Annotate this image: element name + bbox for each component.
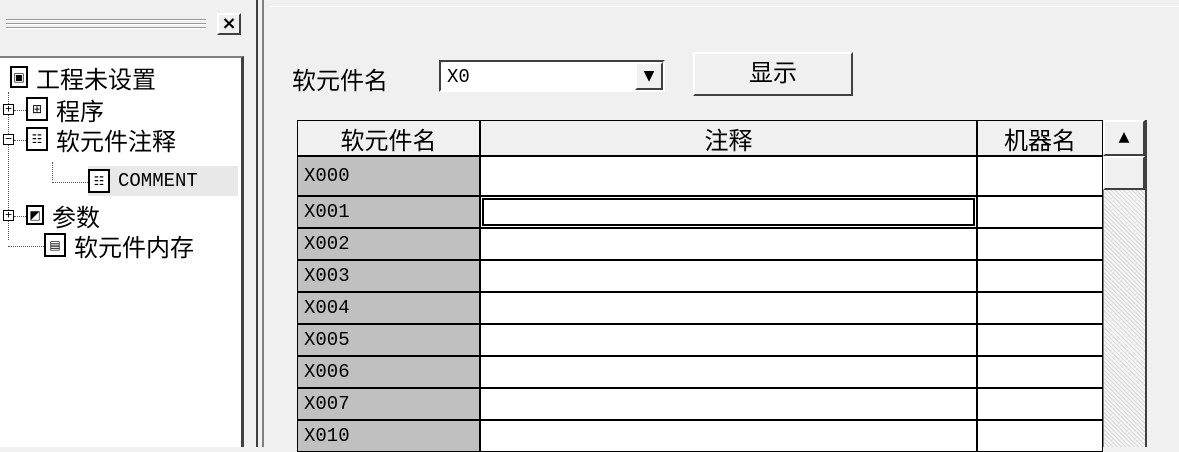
expand-parameter-button[interactable]: + <box>3 209 14 221</box>
column-header-machine[interactable]: 机器名 <box>977 120 1103 156</box>
pane-grip[interactable] <box>6 19 206 31</box>
pane-splitter[interactable] <box>244 0 270 447</box>
chevron-down-icon[interactable]: ▼ <box>635 62 663 90</box>
tree-root-label: 工程未设置 <box>36 65 156 94</box>
device-cell[interactable]: X005 <box>297 324 480 356</box>
device-cell[interactable]: X003 <box>297 260 480 292</box>
device-cell[interactable]: X002 <box>297 228 480 260</box>
table-row: X005 <box>297 324 1103 356</box>
machine-cell[interactable] <box>977 228 1103 260</box>
column-header-comment[interactable]: 注释 <box>480 120 977 156</box>
project-tree: ▣ 工程未设置 + ⊞ 程序 − ☷ 软元件注释 ☷ COMMENT + ◩ 参… <box>0 56 244 447</box>
scroll-edge <box>1145 120 1147 447</box>
project-tree-pane: × ▣ 工程未设置 + ⊞ 程序 − ☷ 软元件注释 ☷ COMMENT + ◩… <box>0 0 244 447</box>
machine-cell[interactable] <box>977 356 1103 388</box>
table-row: X000 <box>297 156 1103 196</box>
scroll-up-icon[interactable]: ▲ <box>1103 120 1145 156</box>
machine-cell[interactable] <box>977 388 1103 420</box>
machine-cell[interactable] <box>977 260 1103 292</box>
comment-cell[interactable] <box>480 228 977 260</box>
comment-cell[interactable] <box>480 292 977 324</box>
tree-item-label: 软元件注释 <box>56 127 176 156</box>
tree-item-comment[interactable]: ☷ COMMENT <box>88 166 238 196</box>
show-button[interactable]: 显示 <box>693 52 853 96</box>
tree-connector <box>14 140 26 141</box>
tree-item-device-comment[interactable]: ☷ 软元件注释 <box>26 124 176 156</box>
tree-item-parameter[interactable]: ◩ 参数 <box>26 200 100 232</box>
vertical-scrollbar[interactable]: ▲ <box>1103 120 1145 447</box>
tree-item-program[interactable]: ⊞ 程序 <box>26 94 104 126</box>
comment-cell[interactable] <box>480 260 977 292</box>
tree-item-label: 软元件内存 <box>74 233 194 262</box>
comment-cell[interactable] <box>480 324 977 356</box>
device-name-label: 软元件名 <box>292 67 388 95</box>
tree-connector <box>8 246 44 247</box>
tree-item-device-memory[interactable]: ▤ 软元件内存 <box>44 230 194 262</box>
project-icon: ▣ <box>10 66 28 88</box>
comment-cell-active[interactable] <box>480 196 977 228</box>
device-cell[interactable]: X010 <box>297 420 480 452</box>
device-cell[interactable]: X004 <box>297 292 480 324</box>
table-row: X004 <box>297 292 1103 324</box>
table-header: 软元件名 注释 机器名 <box>297 120 1103 156</box>
program-icon: ⊞ <box>26 97 48 121</box>
scroll-thumb[interactable] <box>1103 156 1145 190</box>
collapse-device-comment-button[interactable]: − <box>3 133 14 145</box>
comment-cell[interactable] <box>480 156 977 196</box>
device-cell[interactable]: X007 <box>297 388 480 420</box>
expand-program-button[interactable]: + <box>3 103 14 115</box>
machine-cell[interactable] <box>977 420 1103 452</box>
device-cell[interactable]: X001 <box>297 196 480 228</box>
machine-cell[interactable] <box>977 324 1103 356</box>
tree-item-label: COMMENT <box>118 170 198 192</box>
table-row: X003 <box>297 260 1103 292</box>
parameter-icon: ◩ <box>26 205 44 225</box>
scroll-track[interactable] <box>1103 190 1145 447</box>
tree-connector <box>14 216 26 217</box>
machine-cell[interactable] <box>977 292 1103 324</box>
device-cell[interactable]: X006 <box>297 356 480 388</box>
tree-connector <box>52 162 53 180</box>
tree-connector <box>14 110 26 111</box>
comment-file-icon: ☷ <box>88 169 110 193</box>
device-memory-icon: ▤ <box>44 233 66 257</box>
comment-cell[interactable] <box>480 356 977 388</box>
comment-cell[interactable] <box>480 388 977 420</box>
table-row: X006 <box>297 356 1103 388</box>
table-row: X007 <box>297 388 1103 420</box>
close-pane-button[interactable]: × <box>217 13 241 35</box>
column-header-device[interactable]: 软元件名 <box>297 120 480 156</box>
device-name-value[interactable]: X0 <box>447 66 470 88</box>
device-comment-icon: ☷ <box>26 127 48 151</box>
device-name-combobox[interactable]: X0 ▼ <box>439 60 665 92</box>
machine-cell[interactable] <box>977 156 1103 196</box>
tree-root[interactable]: ▣ 工程未设置 <box>10 62 156 94</box>
table-row: X002 <box>297 228 1103 260</box>
comment-editor: 软元件名 X0 ▼ 显示 软元件名 注释 机器名 X000 X001 X002 … <box>270 0 1179 452</box>
machine-cell[interactable] <box>977 196 1103 228</box>
comment-cell[interactable] <box>480 420 977 452</box>
tree-connector <box>52 182 88 183</box>
table-row: X010 <box>297 420 1103 452</box>
device-cell[interactable]: X000 <box>297 156 480 196</box>
table-row: X001 <box>297 196 1103 228</box>
